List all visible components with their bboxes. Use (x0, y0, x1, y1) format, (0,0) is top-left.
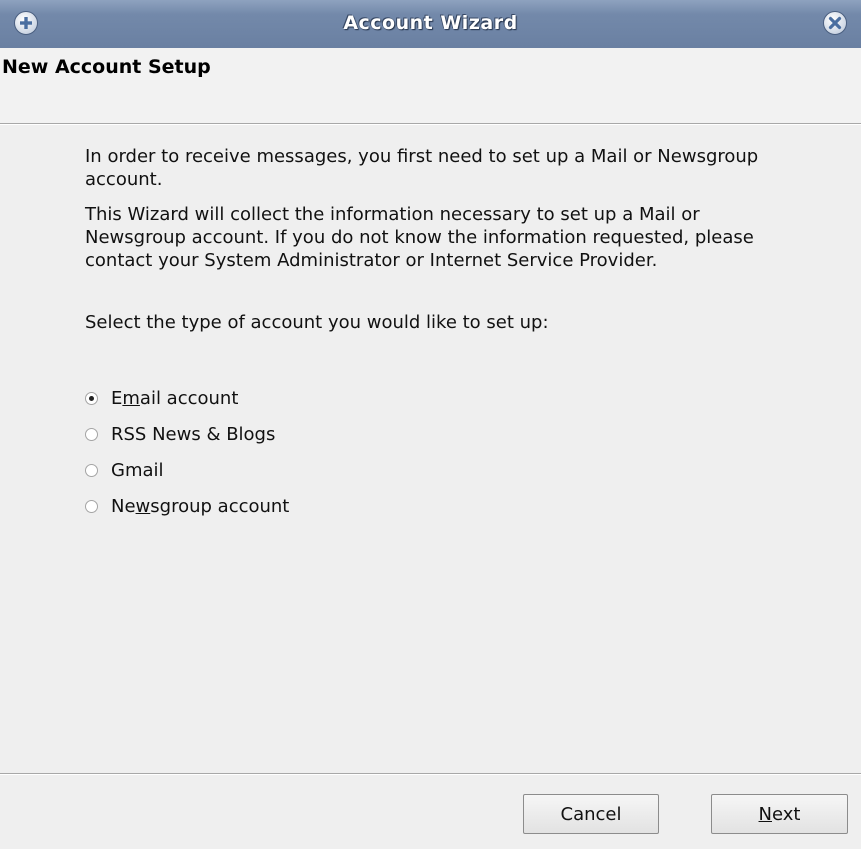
radio-label-email: Email account (111, 387, 239, 409)
account-wizard-window: Account Wizard New Account Setup In orde… (0, 0, 861, 849)
radio-newsgroup-account[interactable]: Newsgroup account (82, 488, 289, 524)
account-type-prompt: Select the type of account you would lik… (85, 312, 549, 333)
radio-button-unchecked-icon[interactable] (85, 427, 98, 441)
radio-label-gmail: Gmail (111, 459, 164, 481)
cancel-button[interactable]: Cancel (523, 794, 659, 834)
account-type-radio-group: Email account RSS News & Blogs Gmail New… (82, 380, 289, 524)
title-bar[interactable]: Account Wizard (0, 0, 861, 49)
radio-label-rss: RSS News & Blogs (111, 423, 276, 445)
radio-button-checked-icon[interactable] (85, 391, 98, 405)
radio-rss-news-blogs[interactable]: RSS News & Blogs (82, 416, 289, 452)
window-title: Account Wizard (343, 12, 518, 34)
wizard-header: New Account Setup (0, 48, 861, 124)
page-title: New Account Setup (2, 56, 211, 78)
radio-label-newsgroup: Newsgroup account (111, 495, 290, 517)
radio-button-unchecked-icon[interactable] (85, 499, 98, 513)
close-icon[interactable] (819, 7, 851, 39)
radio-email-account[interactable]: Email account (82, 380, 289, 416)
wizard-footer: Cancel Next (0, 775, 861, 849)
radio-gmail[interactable]: Gmail (82, 452, 289, 488)
wizard-content: In order to receive messages, you first … (0, 125, 861, 773)
radio-button-unchecked-icon[interactable] (85, 463, 98, 477)
intro-paragraph-1: In order to receive messages, you first … (85, 146, 759, 190)
next-button[interactable]: Next (711, 794, 848, 834)
intro-paragraph-2: This Wizard will collect the information… (85, 204, 754, 271)
